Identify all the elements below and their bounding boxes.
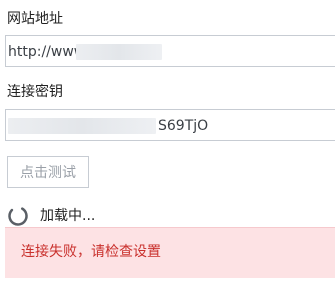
error-message: 连接失败，请检查设置 — [21, 244, 161, 260]
redacted-area — [76, 44, 162, 60]
website-url-value: http://www — [8, 44, 86, 60]
connection-key-label: 连接密钥 — [7, 84, 63, 100]
error-alert: 连接失败，请检查设置 — [5, 227, 335, 278]
connection-settings-panel: 网站地址 http://www 连接密钥 S69TjO 点击测试 加载中... … — [0, 0, 335, 289]
test-connection-button[interactable]: 点击测试 — [7, 156, 89, 188]
website-url-input[interactable]: http://www — [5, 35, 335, 67]
website-url-label: 网站地址 — [7, 11, 63, 27]
connection-key-input[interactable]: S69TjO — [5, 109, 335, 141]
redacted-area — [8, 118, 156, 134]
loading-text: 加载中... — [40, 208, 96, 224]
connection-key-value: S69TjO — [158, 118, 209, 134]
loading-spinner-icon — [8, 206, 28, 226]
